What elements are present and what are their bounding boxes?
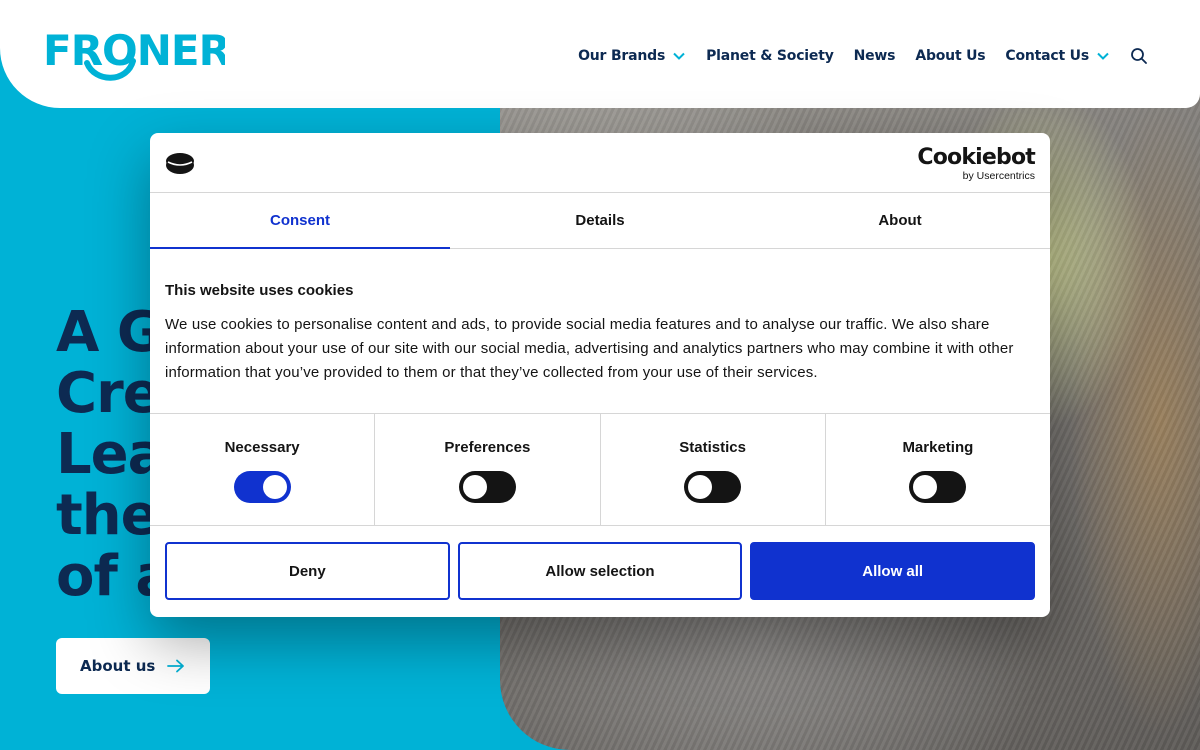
toggle-label-preferences: Preferences [444, 439, 531, 456]
about-us-button-label: About us [80, 657, 156, 675]
cookie-category-toggles: Necessary Preferences Statistics Marketi… [150, 413, 1050, 526]
cookie-dialog-actions: Deny Allow selection Allow all [150, 526, 1050, 616]
chevron-down-icon [673, 52, 685, 60]
cookiebot-brand-name: Cookiebot [917, 145, 1035, 170]
tab-about[interactable]: About [750, 193, 1050, 248]
froneri-logo-mark: FRONERI [43, 26, 246, 81]
cookiebot-logo-icon [166, 153, 194, 174]
toggle-label-statistics: Statistics [679, 439, 746, 456]
necessary-toggle[interactable] [233, 471, 291, 503]
toggle-group-statistics: Statistics [599, 414, 825, 525]
nav-contact-us[interactable]: Contact Us [1005, 44, 1110, 68]
about-us-button[interactable]: About us [56, 638, 210, 694]
nav-contact-us-label: Contact Us [1005, 48, 1089, 64]
arrow-right-icon [167, 659, 185, 673]
toggle-knob [913, 475, 938, 499]
statistics-toggle[interactable] [684, 471, 742, 503]
nav-about-us[interactable]: About Us [915, 44, 985, 68]
nav-our-brands[interactable]: Our Brands [578, 44, 686, 68]
chevron-down-icon [1097, 52, 1109, 60]
nav-news[interactable]: News [854, 44, 896, 68]
search-icon[interactable] [1130, 47, 1148, 65]
cookiebot-brand[interactable]: Cookiebot by Usercentrics [917, 145, 1035, 183]
nav-about-us-label: About Us [915, 48, 986, 64]
toggle-group-marketing: Marketing [824, 414, 1050, 525]
marketing-toggle[interactable] [909, 471, 967, 503]
tab-details[interactable]: Details [450, 193, 750, 248]
nav-our-brands-label: Our Brands [578, 48, 666, 64]
toggle-label-necessary: Necessary [224, 439, 300, 456]
cookie-consent-dialog: Cookiebot by Usercentrics Consent Detail… [150, 133, 1050, 617]
site-header: FRONERI Our Brands Planet & Society News… [0, 0, 1200, 108]
allow-selection-button[interactable]: Allow selection [457, 542, 743, 600]
main-nav: Our Brands Planet & Society News About U… [558, 44, 1148, 68]
cookie-dialog-header: Cookiebot by Usercentrics [150, 133, 1050, 193]
nav-news-label: News [853, 48, 896, 64]
cookie-dialog-body: This website uses cookies We use cookies… [150, 249, 1050, 413]
nav-planet-society-label: Planet & Society [706, 48, 834, 64]
svg-text:FRONERI: FRONERI [43, 27, 225, 75]
cookie-dialog-heading: This website uses cookies [165, 282, 354, 299]
cookie-dialog-text: We use cookies to personalise content an… [165, 316, 1014, 381]
deny-button[interactable]: Deny [165, 542, 450, 600]
preferences-toggle[interactable] [458, 471, 516, 503]
toggle-label-marketing: Marketing [902, 439, 974, 456]
toggle-knob [688, 475, 713, 499]
tab-consent[interactable]: Consent [150, 193, 450, 249]
cookie-dialog-tabs: Consent Details About [150, 193, 1050, 249]
toggle-knob [262, 475, 287, 499]
nav-planet-society[interactable]: Planet & Society [706, 44, 834, 68]
froneri-logo[interactable]: FRONERI [43, 26, 246, 81]
toggle-group-preferences: Preferences [374, 414, 599, 525]
allow-all-button[interactable]: Allow all [750, 542, 1036, 600]
cookiebot-brand-sub: by Usercentrics [962, 170, 1035, 182]
toggle-group-necessary: Necessary [150, 414, 374, 525]
toggle-knob [462, 475, 487, 499]
